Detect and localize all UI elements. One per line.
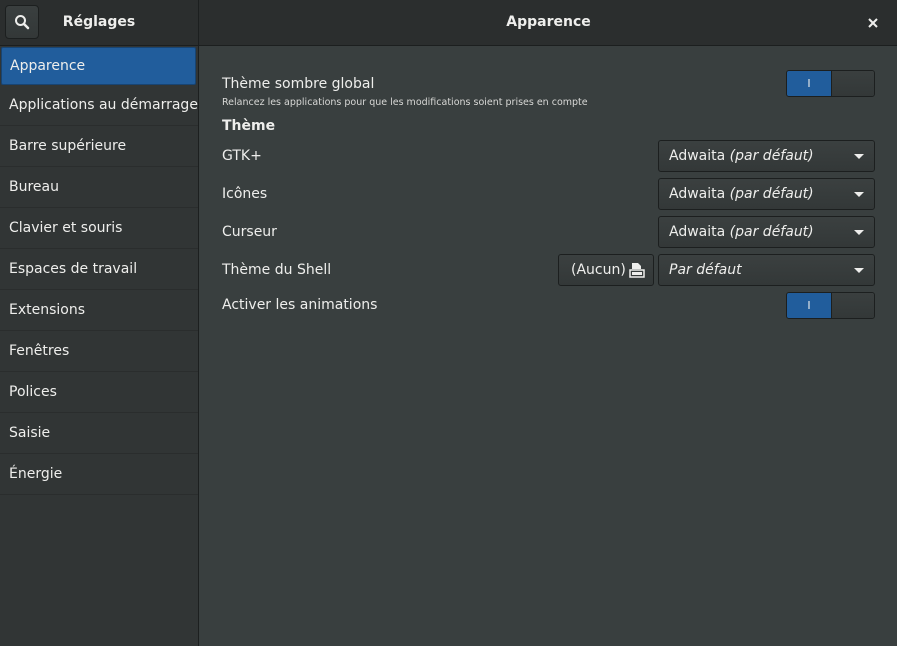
header-left: Réglages [0, 0, 199, 45]
sidebar-item-label: Apparence [10, 58, 86, 74]
sidebar-item-workspaces[interactable]: Espaces de travail [0, 249, 198, 290]
gtk-label: GTK+ [222, 148, 262, 164]
shell-theme-combo[interactable]: Par défaut [658, 254, 875, 286]
sidebar-item-typing[interactable]: Saisie [0, 413, 198, 454]
chevron-down-icon [854, 268, 864, 273]
sidebar-item-startup-applications[interactable]: Applications au démarrage [0, 85, 198, 126]
sidebar-item-desktop[interactable]: Bureau [0, 167, 198, 208]
combo-value: Par défaut [669, 262, 742, 278]
main-panel: Thème sombre global Relancez les applica… [200, 46, 897, 646]
close-button[interactable] [862, 13, 884, 33]
sidebar-item-label: Bureau [9, 179, 59, 195]
sidebar-item-keyboard-mouse[interactable]: Clavier et souris [0, 208, 198, 249]
sidebar-item-extensions[interactable]: Extensions [0, 290, 198, 331]
document-open-icon [629, 263, 645, 278]
chevron-down-icon [854, 154, 864, 159]
icon-theme-combo[interactable]: Adwaita (par défaut) [658, 178, 875, 210]
sidebar-item-windows[interactable]: Fenêtres [0, 331, 198, 372]
page-title: Apparence [506, 14, 591, 30]
sidebar-item-label: Extensions [9, 302, 86, 318]
sidebar-item-label: Saisie [9, 425, 51, 441]
sidebar: Apparence Applications au démarrage Barr… [0, 46, 199, 646]
close-icon [868, 18, 878, 28]
combo-value: Adwaita (par défaut) [669, 148, 814, 164]
sidebar-item-apparence[interactable]: Apparence [1, 47, 196, 85]
icons-label: Icônes [222, 186, 268, 202]
shell-theme-label: Thème du Shell [222, 262, 332, 278]
dark-theme-switch[interactable]: I [786, 70, 875, 97]
sidebar-item-label: Énergie [9, 466, 63, 482]
sidebar-item-fonts[interactable]: Polices [0, 372, 198, 413]
combo-value: Adwaita (par défaut) [669, 186, 814, 202]
switch-knob [831, 71, 874, 96]
chevron-down-icon [854, 192, 864, 197]
sidebar-item-label: Fenêtres [9, 343, 70, 359]
switch-on-indicator: I [787, 71, 831, 96]
file-button-label: (Aucun) [571, 262, 626, 278]
sidebar-item-label: Polices [9, 384, 57, 400]
animations-label: Activer les animations [222, 297, 378, 313]
sidebar-item-top-bar[interactable]: Barre supérieure [0, 126, 198, 167]
dark-theme-subtitle: Relancez les applications pour que les m… [222, 97, 588, 108]
sidebar-item-power[interactable]: Énergie [0, 454, 198, 495]
switch-on-indicator: I [787, 293, 831, 318]
header-bar: Réglages Apparence [0, 0, 897, 46]
app-title: Réglages [62, 14, 136, 30]
animations-switch[interactable]: I [786, 292, 875, 319]
dark-theme-label: Thème sombre global [222, 76, 375, 92]
sidebar-item-label: Clavier et souris [9, 220, 123, 236]
search-button[interactable] [5, 5, 39, 39]
cursor-label: Curseur [222, 224, 277, 240]
cursor-theme-combo[interactable]: Adwaita (par défaut) [658, 216, 875, 248]
theme-section-title: Thème [222, 118, 276, 134]
switch-knob [831, 293, 874, 318]
chevron-down-icon [854, 230, 864, 235]
combo-value: Adwaita (par défaut) [669, 224, 814, 240]
search-icon [15, 15, 30, 30]
gtk-theme-combo[interactable]: Adwaita (par défaut) [658, 140, 875, 172]
sidebar-item-label: Applications au démarrage [9, 97, 198, 113]
sidebar-item-label: Espaces de travail [9, 261, 138, 277]
shell-theme-file-button[interactable]: (Aucun) [558, 254, 654, 286]
sidebar-item-label: Barre supérieure [9, 138, 127, 154]
